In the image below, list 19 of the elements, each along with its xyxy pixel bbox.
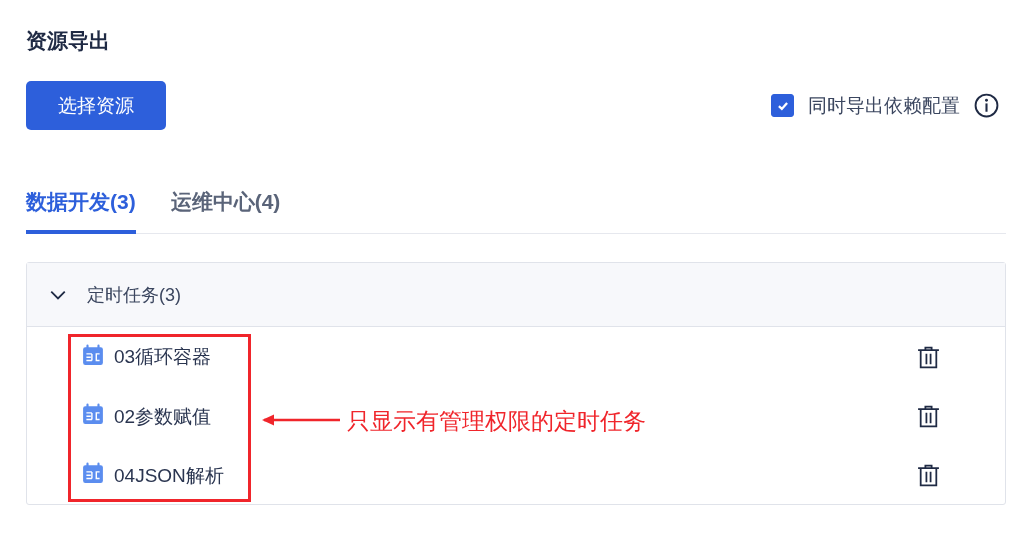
delete-icon[interactable] [916,404,941,429]
annotation-text: 只显示有管理权限的定时任务 [347,407,646,436]
delete-icon[interactable] [916,344,941,370]
task-name: 03循环容器 [114,345,212,369]
calendar-icon [82,462,104,484]
calendar-icon [82,403,104,425]
task-name: 02参数赋值 [114,404,212,429]
page-title: 资源导出 [26,28,111,54]
group-label: 定时任务(3) [87,283,181,307]
delete-icon[interactable] [916,463,941,488]
checkbox[interactable] [771,94,794,117]
select-resource-button[interactable]: 选择资源 [26,81,166,130]
calendar-icon [82,343,104,366]
tab[interactable]: 数据开发(3) [26,177,136,234]
info-icon[interactable] [974,93,999,118]
group-header[interactable]: 定时任务(3) [27,263,1005,327]
checkbox-label: 同时导出依赖配置 [808,93,960,118]
tab[interactable]: 运维中心(4) [170,177,281,234]
task-name: 04JSON解析 [114,463,224,488]
